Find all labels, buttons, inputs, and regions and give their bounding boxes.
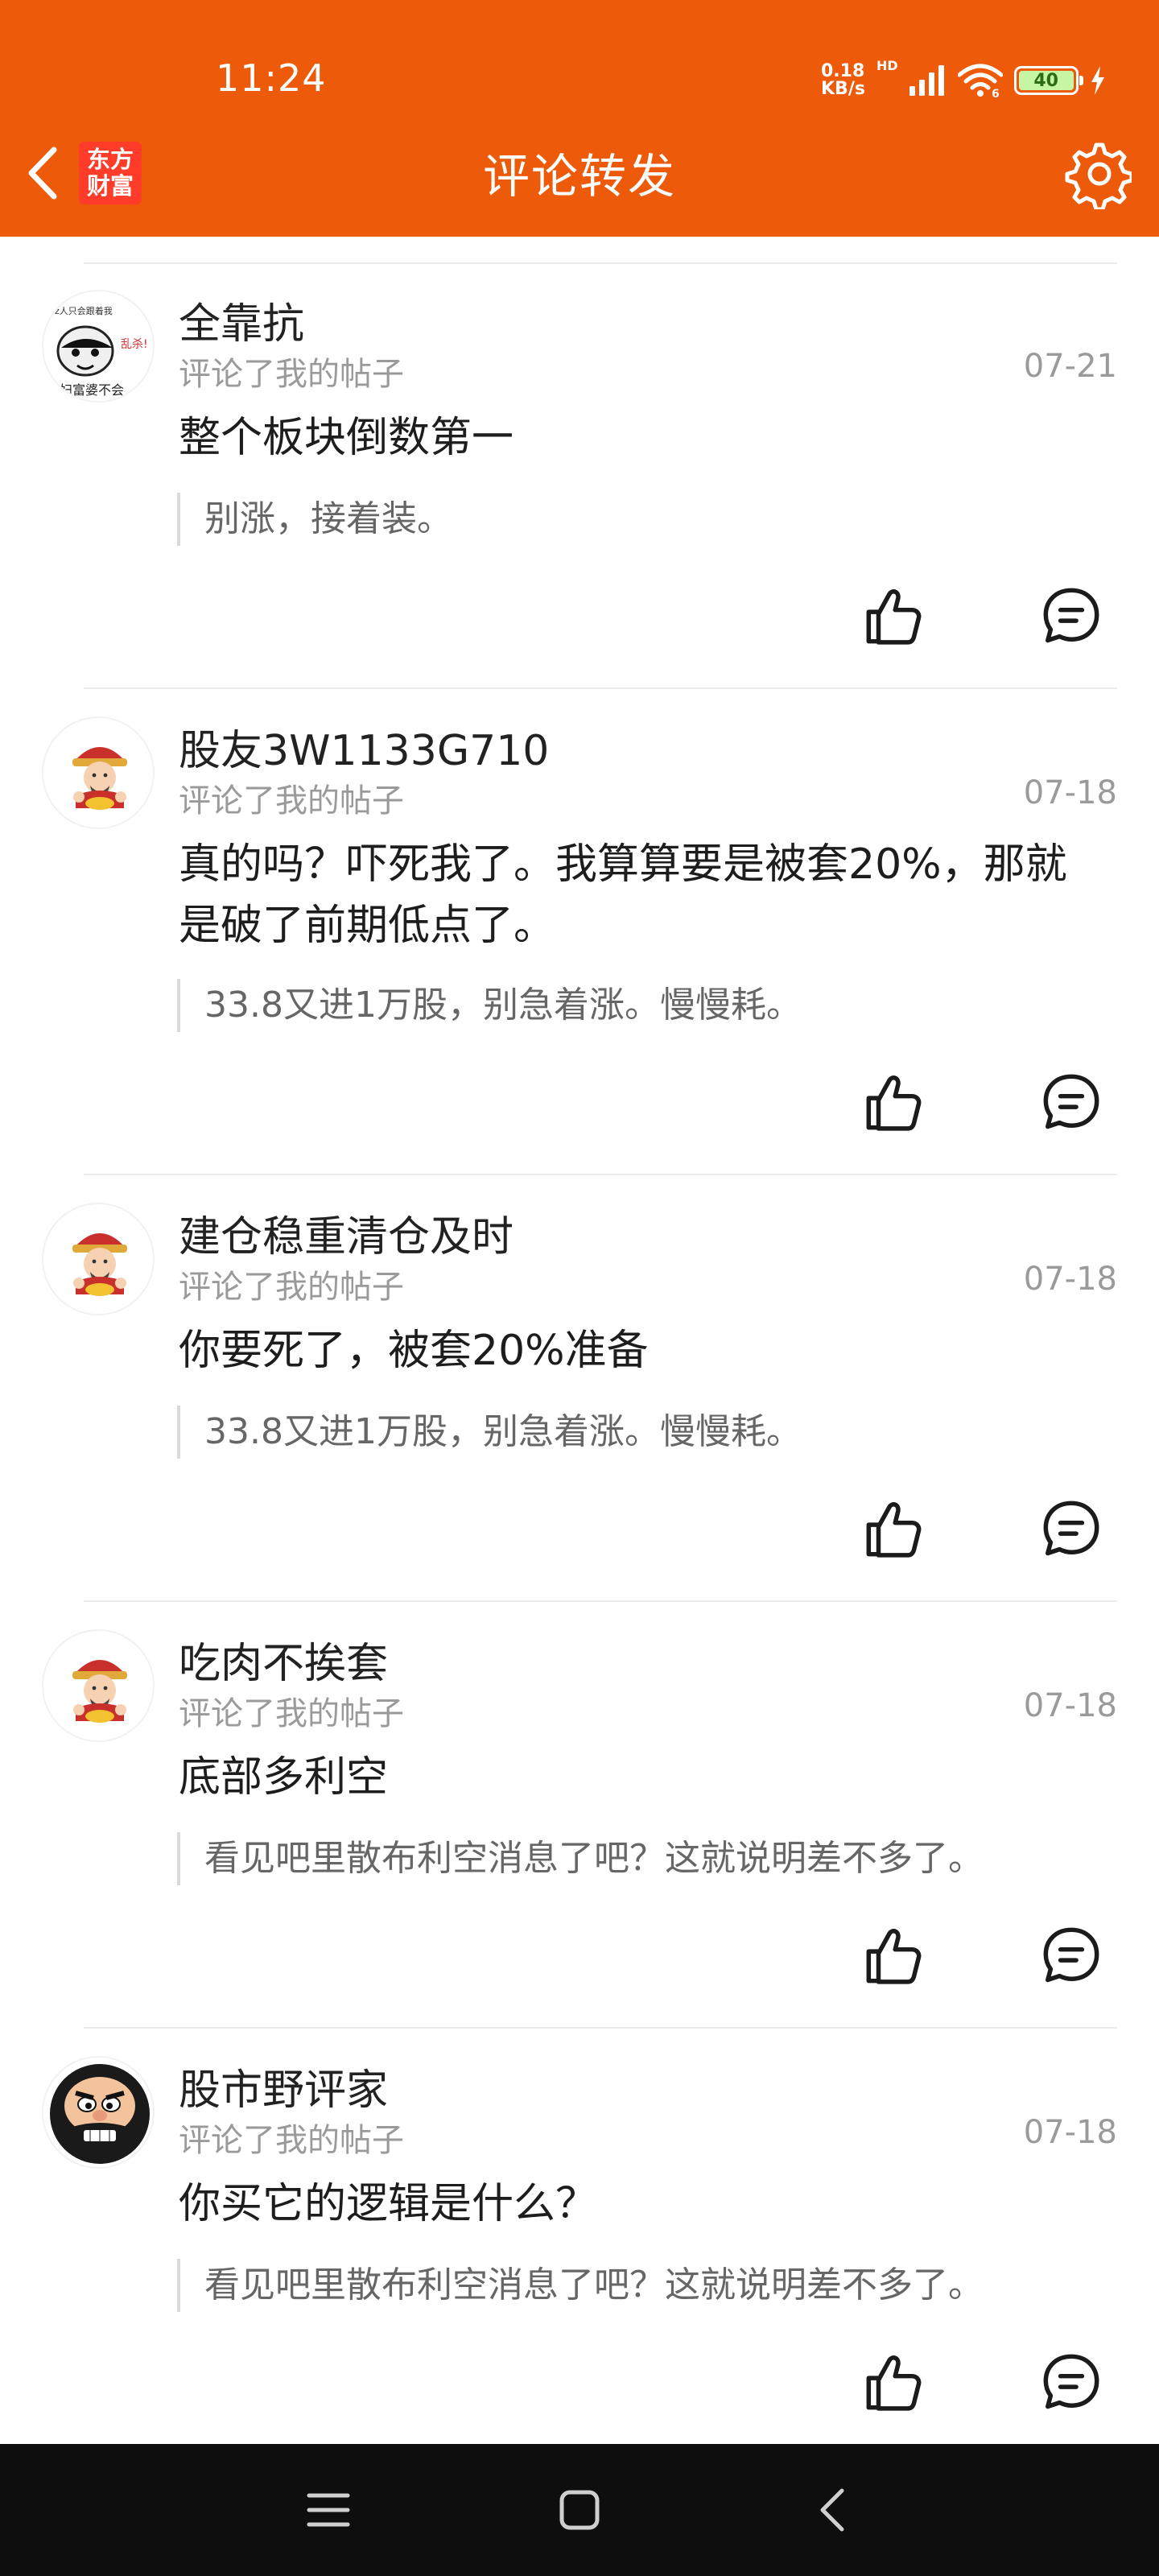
system-back-button[interactable]	[800, 2478, 864, 2542]
comment-date: 07-18	[1023, 1687, 1117, 1724]
like-thumb-icon[interactable]	[863, 1497, 926, 1560]
svg-text:z人只会跟着我: z人只会跟着我	[55, 305, 113, 316]
fortune-god-avatar	[43, 718, 155, 829]
like-thumb-icon[interactable]	[863, 1071, 926, 1133]
avatar[interactable]: z人只会跟着我 乱杀! 妇富婆不会	[42, 290, 155, 402]
reply-bubble-icon[interactable]	[1040, 584, 1103, 647]
like-thumb-icon[interactable]	[863, 2351, 926, 2413]
like-thumb-icon[interactable]	[863, 584, 926, 647]
page-title: 评论转发	[482, 149, 676, 204]
home-square-icon	[559, 2490, 600, 2530]
reply-bubble-icon[interactable]	[1040, 1924, 1103, 1987]
divider	[84, 2027, 1117, 2029]
comment-text[interactable]: 你要死了，被套20%准备	[179, 1320, 1096, 1381]
divider	[84, 687, 1117, 689]
action-subtitle: 评论了我的帖子	[179, 1269, 404, 1306]
comment-date: 07-18	[1023, 1261, 1117, 1298]
reply-bubble-icon[interactable]	[1040, 1497, 1103, 1560]
quoted-post[interactable]: 33.8又进1万股，别急着涨。慢慢耗。	[177, 1406, 802, 1459]
action-subtitle: 评论了我的帖子	[179, 782, 404, 819]
reply-bubble-icon[interactable]	[1040, 2351, 1103, 2413]
menu-button[interactable]	[296, 2478, 361, 2542]
comment-text[interactable]: 你买它的逻辑是什么？	[179, 2174, 1096, 2235]
svg-text:妇富婆不会: 妇富婆不会	[60, 382, 124, 398]
quoted-post[interactable]: 看见吧里散布利空消息了吧？这就说明差不多了。	[177, 2259, 984, 2312]
battery-indicator: 40	[1013, 66, 1083, 95]
username[interactable]: 吃肉不挨套	[179, 1629, 388, 1690]
quoted-post[interactable]: 看见吧里散布利空消息了吧？这就说明差不多了。	[177, 1832, 984, 1885]
system-nav-bar	[0, 2444, 1159, 2576]
comment-date: 07-21	[1023, 348, 1117, 385]
comment-text[interactable]: 真的吗？吓死我了。我算算要是被套20%，那就是破了前期低点了。	[179, 834, 1096, 956]
battery-level: 40	[1018, 71, 1074, 91]
divider	[84, 1600, 1117, 1602]
avatar[interactable]	[42, 2056, 155, 2169]
network-speed-value: 0.18	[821, 61, 865, 81]
action-subtitle: 评论了我的帖子	[179, 1695, 404, 1732]
status-icons: 0.18 KB/s HD 6 40	[821, 58, 1106, 101]
comment-date: 07-18	[1023, 2114, 1117, 2151]
reply-bubble-icon[interactable]	[1040, 1071, 1103, 1133]
avatar[interactable]	[42, 1629, 155, 1742]
wifi-icon: 6	[957, 64, 1003, 97]
divider	[84, 1174, 1117, 1175]
quoted-post[interactable]: 别涨，接着装。	[177, 493, 452, 546]
menu-icon	[307, 2493, 350, 2527]
fortune-god-avatar	[43, 1631, 155, 1742]
svg-text:乱杀!: 乱杀!	[121, 338, 148, 351]
avatar[interactable]	[42, 1203, 155, 1315]
charging-bolt-icon	[1091, 66, 1104, 95]
fortune-god-avatar	[43, 1204, 155, 1315]
divider	[84, 262, 1117, 264]
app-header: 11:24 0.18 KB/s HD 6 40 东方 财富 评论转发	[0, 0, 1159, 237]
settings-button[interactable]	[1061, 138, 1134, 212]
like-thumb-icon[interactable]	[863, 1924, 926, 1987]
action-subtitle: 评论了我的帖子	[179, 2122, 404, 2159]
comment-text[interactable]: 底部多利空	[179, 1747, 1096, 1808]
comment-text[interactable]: 整个板块倒数第一	[179, 407, 1096, 469]
network-speed-unit: KB/s	[821, 79, 865, 99]
svg-text:6: 6	[992, 88, 1000, 97]
username[interactable]: 股市野评家	[179, 2056, 388, 2116]
hd-label: HD	[876, 58, 898, 73]
action-subtitle: 评论了我的帖子	[179, 356, 404, 393]
settings-gear-icon	[1065, 142, 1134, 212]
status-time: 11:24	[216, 56, 327, 100]
comment-date: 07-18	[1023, 774, 1117, 811]
username[interactable]: 股友3W1133G710	[179, 716, 549, 777]
quoted-post[interactable]: 33.8又进1万股，别急着涨。慢慢耗。	[177, 979, 802, 1032]
cartoon-man-avatar	[43, 2058, 153, 2167]
username[interactable]: 全靠抗	[179, 290, 304, 350]
back-triangle-icon	[820, 2488, 844, 2532]
username[interactable]: 建仓稳重清仓及时	[179, 1203, 514, 1263]
home-button[interactable]	[547, 2478, 612, 2542]
cellular-signal-icon	[909, 65, 944, 96]
meme-face-avatar: z人只会跟着我 乱杀! 妇富婆不会	[43, 291, 153, 401]
network-speed: 0.18 KB/s	[821, 63, 865, 98]
avatar[interactable]	[42, 716, 155, 829]
